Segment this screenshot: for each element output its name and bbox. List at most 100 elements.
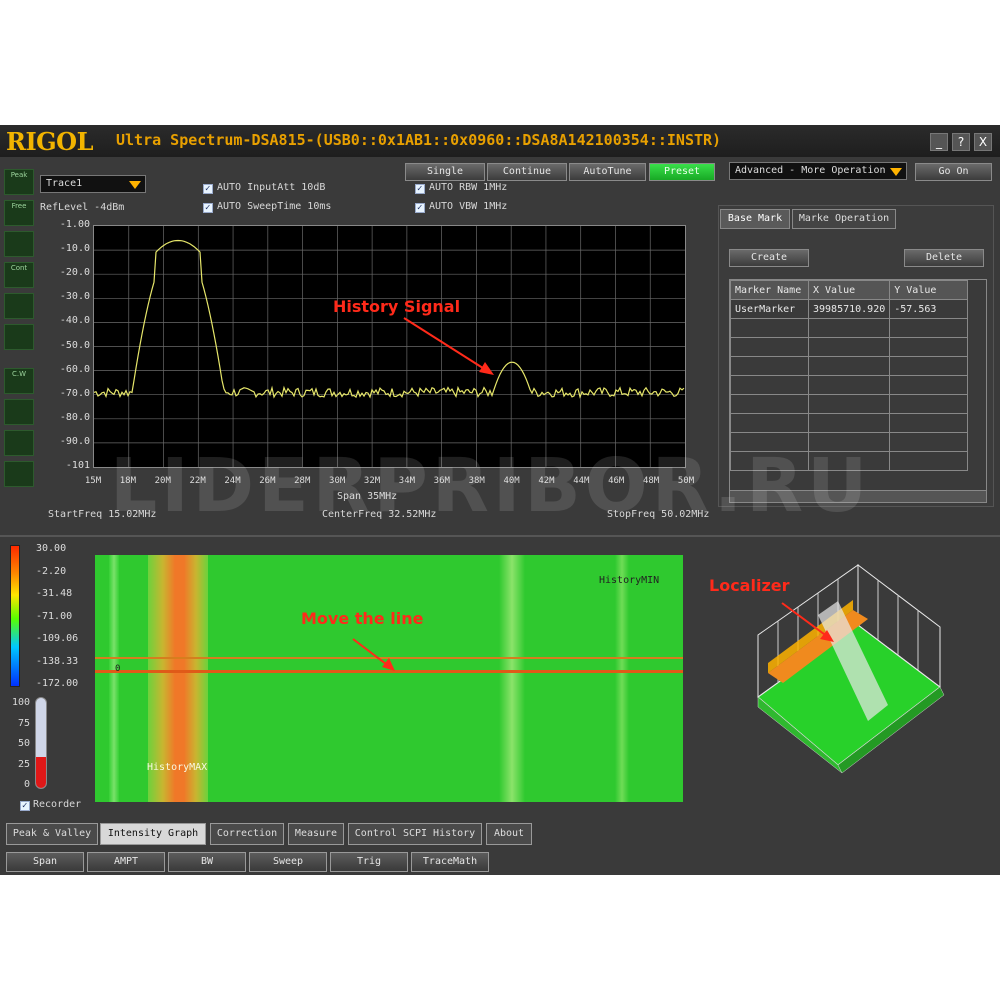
preset-button[interactable]: Preset — [649, 163, 715, 181]
spectrum-plot[interactable] — [93, 225, 686, 468]
app-window: RIGOL Ultra Spectrum-DSA815-(USB0::0x1AB… — [0, 125, 1000, 875]
rigol-logo: RIGOL — [6, 127, 93, 156]
table-row[interactable]: UserMarker 39985710.920 -57.563 — [730, 299, 969, 319]
tool-peak[interactable]: Peak — [4, 169, 34, 195]
spectrum-trace — [94, 239, 685, 399]
table-cell — [807, 375, 891, 395]
auto-rbw-checkbox[interactable] — [415, 184, 425, 194]
tool-8[interactable] — [4, 399, 34, 425]
tool-cont[interactable]: Cont — [4, 262, 34, 288]
panel-divider — [0, 535, 1000, 537]
table-cell — [889, 394, 969, 414]
color-scale-bar — [10, 545, 20, 687]
table-cell — [730, 318, 809, 338]
color-scale-label: 30.00 — [36, 543, 67, 554]
minimize-button[interactable]: _ — [930, 133, 948, 151]
tab-measure[interactable]: Measure — [288, 823, 344, 845]
table-cell — [807, 356, 891, 376]
tool-3[interactable] — [4, 231, 34, 257]
go-on-button[interactable]: Go On — [915, 163, 992, 181]
color-scale-label: -2.20 — [36, 565, 67, 577]
create-button[interactable]: Create — [729, 249, 809, 267]
table-cell: UserMarker — [730, 299, 809, 319]
tool-6[interactable] — [4, 324, 34, 350]
table-cell — [889, 451, 969, 471]
help-button[interactable]: ? — [952, 133, 970, 151]
move-line-arrow — [352, 638, 395, 671]
tool-10[interactable] — [4, 461, 34, 487]
recorder-checkbox[interactable] — [20, 801, 30, 811]
color-scale-label: -109.06 — [36, 633, 79, 644]
y-tick-label: -10.0 — [59, 243, 90, 255]
auto-vbw-label: AUTO VBW 1MHz — [429, 201, 508, 212]
table-cell — [730, 375, 809, 395]
bw-button[interactable]: BW — [168, 852, 246, 872]
tab-intensity-graph[interactable]: Intensity Graph — [100, 823, 206, 845]
tab-marke-operation[interactable]: Marke Operation — [792, 209, 896, 229]
table-cell: -57.563 — [889, 299, 969, 319]
table-cell — [807, 337, 891, 357]
tracemath-button[interactable]: TraceMath — [411, 852, 489, 872]
auto-input-att-checkbox[interactable] — [203, 184, 213, 194]
tab-about[interactable]: About — [486, 823, 532, 845]
window-title: Ultra Spectrum-DSA815-(USB0::0x1AB1::0x0… — [116, 131, 722, 149]
span-button[interactable]: Span — [6, 852, 84, 872]
autotune-button[interactable]: AutoTune — [569, 163, 646, 181]
single-button[interactable]: Single — [405, 163, 485, 181]
auto-input-att-label: AUTO InputAtt 10dB — [217, 182, 326, 193]
x-tick-label: 15M — [84, 476, 102, 486]
table-cell — [730, 356, 809, 376]
table-cell — [807, 394, 891, 414]
table-cell — [889, 432, 969, 452]
trig-button[interactable]: Trig — [330, 852, 408, 872]
tab-base-mark[interactable]: Base Mark — [720, 209, 790, 229]
thermometer-label: 50 — [17, 738, 30, 749]
table-row-empty — [730, 375, 969, 395]
table-cell — [889, 318, 969, 338]
tool-9[interactable] — [4, 430, 34, 456]
delete-button[interactable]: Delete — [904, 249, 984, 267]
marker-table-header[interactable]: Y Value — [889, 280, 969, 300]
marker-table-header[interactable]: Marker Name — [730, 280, 809, 300]
tab-control-scpi-history[interactable]: Control SCPI History — [348, 823, 482, 845]
auto-sweep-time-checkbox[interactable] — [203, 203, 213, 213]
tool-cw[interactable]: C.W — [4, 368, 34, 394]
watermark: LIDERPRIBOR.RU — [110, 443, 872, 529]
continue-button[interactable]: Continue — [487, 163, 567, 181]
table-cell — [730, 413, 809, 433]
localizer-arrow — [781, 602, 834, 642]
tab-correction[interactable]: Correction — [210, 823, 284, 845]
y-tick-label: -101 — [65, 460, 90, 471]
close-button[interactable]: X — [974, 133, 992, 151]
trace-select[interactable]: Trace1 — [40, 175, 146, 193]
spectrum-svg — [94, 226, 685, 467]
sweep-button[interactable]: Sweep — [249, 852, 327, 872]
trace-select-value: Trace1 — [46, 178, 83, 189]
recorder-label: Recorder — [33, 799, 82, 810]
y-tick-label: -80.0 — [59, 411, 90, 423]
intensity-graph[interactable]: 0 HistoryMIN HistoryMAX Move the line — [95, 555, 683, 802]
y-tick-label: -90.0 — [59, 435, 90, 447]
ampt-button[interactable]: AMPT — [87, 852, 165, 872]
auto-vbw-checkbox[interactable] — [415, 203, 425, 213]
thermometer-label: 75 — [17, 717, 30, 729]
y-tick-label: -20.0 — [59, 267, 90, 279]
tab-peak-valley[interactable]: Peak & Valley — [6, 823, 98, 845]
tool-5[interactable] — [4, 293, 34, 319]
recorder-thermometer — [35, 697, 47, 789]
y-tick-label: -30.0 — [59, 291, 90, 303]
chevron-down-icon — [890, 168, 902, 176]
color-scale-label: -71.00 — [36, 610, 73, 622]
mode-select-value: Advanced - More Operation — [735, 165, 886, 176]
table-row-empty — [730, 318, 969, 338]
table-cell — [730, 337, 809, 357]
ref-level: RefLevel -4dBm — [40, 202, 125, 213]
y-tick-label: -40.0 — [59, 315, 90, 327]
table-cell — [889, 413, 969, 433]
tool-free[interactable]: Free — [4, 200, 34, 226]
marker-table-header[interactable]: X Value — [807, 280, 891, 300]
chevron-down-icon — [129, 181, 141, 189]
mode-select[interactable]: Advanced - More Operation — [729, 162, 907, 180]
table-row-empty — [730, 413, 969, 433]
auto-rbw-label: AUTO RBW 1MHz — [429, 182, 508, 193]
